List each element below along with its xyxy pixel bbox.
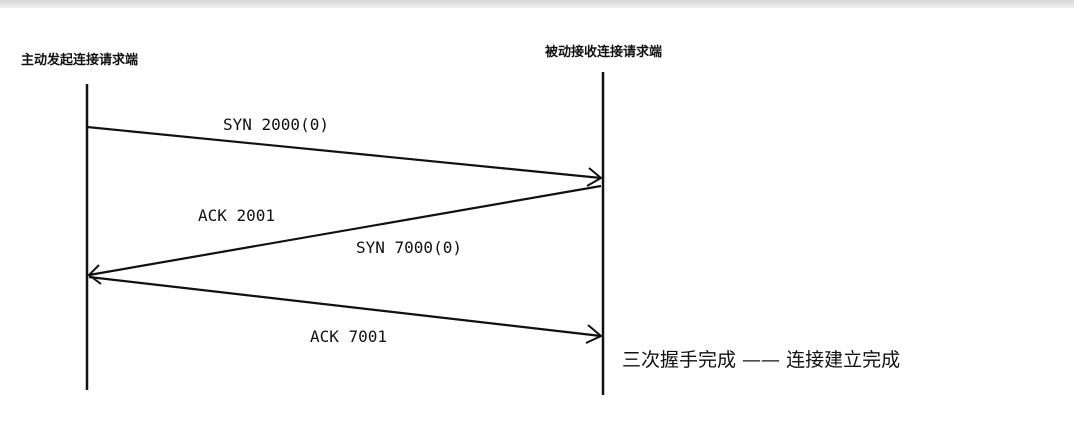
syn-7000-label: SYN 7000(0) bbox=[356, 238, 462, 257]
result-caption: 三次握手完成 —— 连接建立完成 bbox=[622, 349, 901, 371]
syn-label: SYN 2000(0) bbox=[223, 115, 329, 134]
syn-ack-arrow bbox=[88, 184, 602, 277]
ack-2001-label: ACK 2001 bbox=[198, 206, 276, 225]
ack-7001-label: ACK 7001 bbox=[310, 327, 388, 346]
tcp-handshake-diagram: 主动发起连接请求端 被动接收连接请求端 SYN 2000(0) ACK 2001… bbox=[0, 0, 1074, 430]
left-host-label: 主动发起连接请求端 bbox=[21, 53, 139, 68]
syn-arrow bbox=[86, 125, 602, 180]
sequence-lines bbox=[85, 72, 605, 395]
right-host-label: 被动接收连接请求端 bbox=[545, 45, 663, 60]
